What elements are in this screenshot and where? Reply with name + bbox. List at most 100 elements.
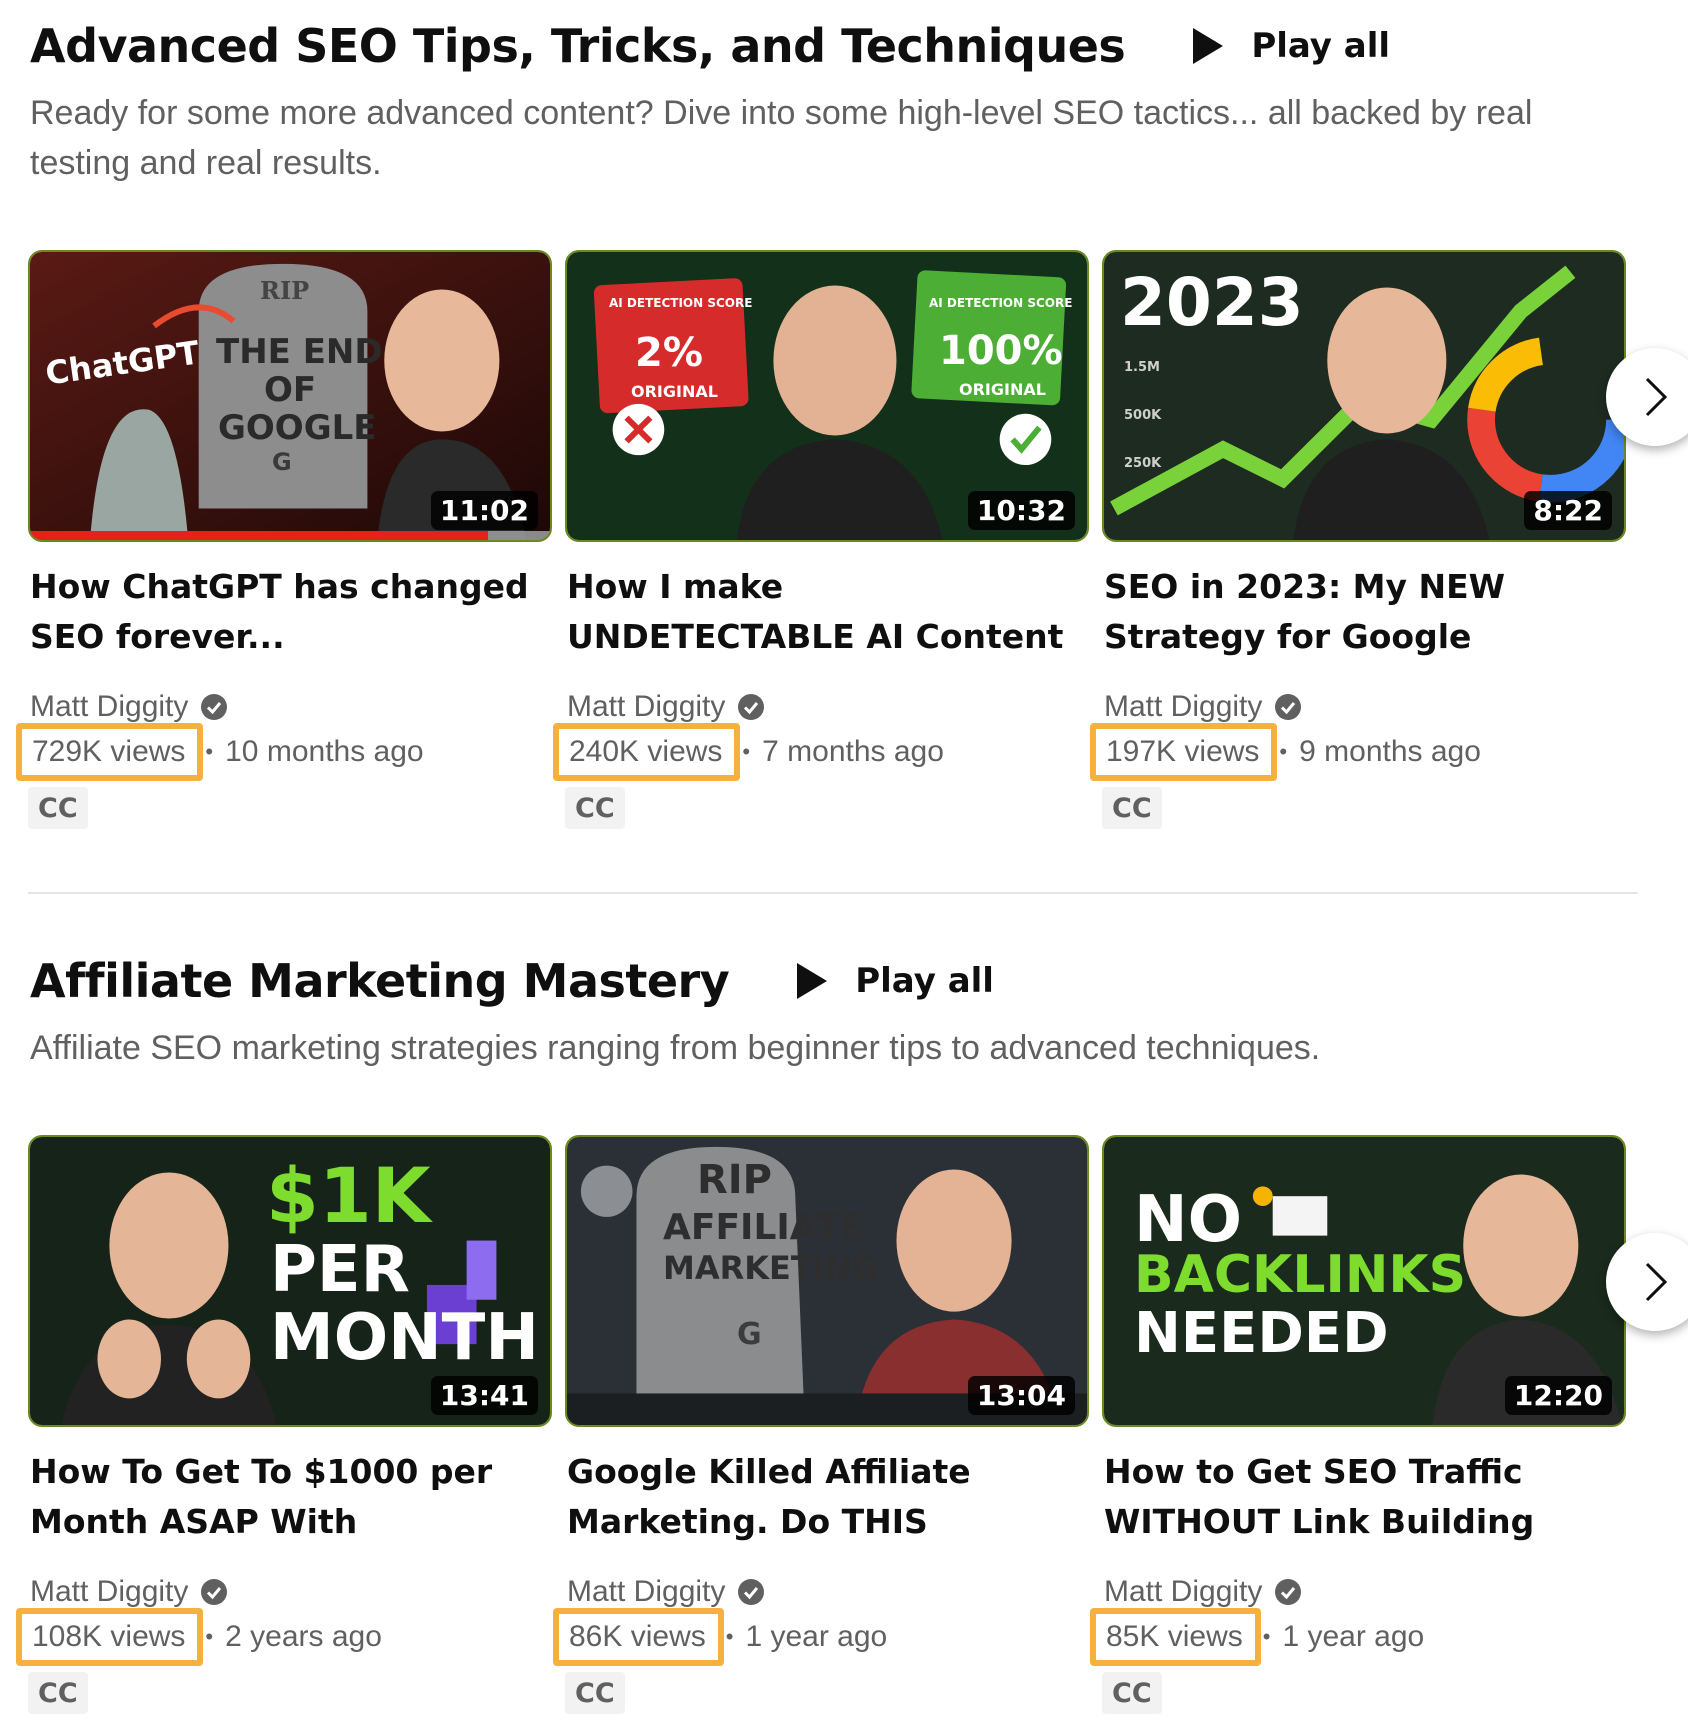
thumbnail-text: G (272, 448, 292, 476)
chevron-right-icon (1645, 377, 1668, 417)
view-count: 240K views (552, 723, 741, 781)
play-all-button[interactable]: Play all (1183, 19, 1398, 73)
thumbnail-text: 250K (1124, 456, 1162, 471)
video-card: 2023 1.5M 500K 250K 8:22 SEO in 2023: My… (1089, 250, 1628, 840)
video-thumbnail[interactable]: NO BACKLINKS NEEDED 12:20 (1102, 1135, 1626, 1427)
video-row: ChatGPT RIP THE END OF GOOGLE G 11:02 Ho… (15, 250, 1678, 840)
video-duration: 13:04 (967, 1376, 1075, 1415)
verified-check-icon (738, 1579, 765, 1605)
thumbnail-text: RIP (260, 276, 310, 305)
thumbnail-text: 1.5M (1124, 360, 1160, 375)
shelf-title[interactable]: Advanced SEO Tips, Tricks, and Technique… (30, 19, 1126, 73)
shelf-description: Ready for some more advanced content? Di… (30, 94, 1533, 182)
verified-check-icon (1275, 694, 1302, 720)
channel-link[interactable]: Matt Diggity (1104, 1572, 1302, 1612)
video-title[interactable]: SEO in 2023: My NEW Strategy for Google … (1104, 562, 1604, 662)
shelf-divider (28, 892, 1638, 894)
video-thumbnail[interactable]: 2023 1.5M 500K 250K 8:22 (1102, 250, 1626, 542)
channel-link[interactable]: Matt Diggity (1104, 687, 1302, 727)
thumbnail-text: 100% (939, 328, 1063, 374)
channel-link[interactable]: Matt Diggity (567, 1572, 765, 1612)
video-title[interactable]: How ChatGPT has changed SEO forever... (30, 562, 530, 662)
video-title[interactable]: Google Killed Affiliate Marketing. Do TH… (567, 1447, 1067, 1547)
video-metadata: 108K views • 2 years ago (15, 1608, 382, 1666)
thumbnail-text: G (737, 1317, 762, 1352)
video-duration: 11:02 (430, 491, 538, 530)
video-title[interactable]: How to Get SEO Traffic WITHOUT Link Buil… (1104, 1447, 1604, 1547)
video-duration: 13:41 (430, 1376, 538, 1415)
channel-name: Matt Diggity (1104, 1575, 1263, 1608)
upload-age: 7 months ago (762, 735, 944, 768)
video-title[interactable]: How To Get To $1000 per Month ASAP With … (30, 1447, 530, 1547)
thumbnail-text: 500K (1124, 408, 1162, 423)
channel-link[interactable]: Matt Diggity (30, 687, 228, 727)
channel-name: Matt Diggity (567, 1575, 726, 1608)
channel-link[interactable]: Matt Diggity (567, 687, 765, 727)
thumbnail-text: MARKETING (663, 1249, 878, 1287)
video-thumbnail[interactable]: ChatGPT RIP THE END OF GOOGLE G 11:02 (28, 250, 552, 542)
video-card: NO BACKLINKS NEEDED 12:20 How to Get SEO… (1090, 1135, 1628, 1725)
video-duration: 8:22 (1524, 491, 1612, 530)
separator-dot: • (1262, 1624, 1271, 1649)
thumbnail-text: MONTH (270, 1301, 539, 1375)
channel-name: Matt Diggity (30, 690, 189, 723)
upload-age: 9 months ago (1299, 735, 1481, 768)
chevron-right-icon (1645, 1262, 1668, 1302)
cc-badge: CC (28, 787, 88, 829)
video-card: AI DETECTION SCORE 2% ORIGINAL AI DETECT… (552, 250, 1091, 840)
separator-dot: • (742, 739, 751, 764)
thumbnail-text: ORIGINAL (631, 382, 718, 401)
video-thumbnail[interactable]: AI DETECTION SCORE 2% ORIGINAL AI DETECT… (565, 250, 1089, 542)
view-count: 85K views (1090, 1608, 1261, 1666)
thumbnail-text: BACKLINKS (1134, 1245, 1467, 1305)
separator-dot: • (205, 1624, 214, 1649)
video-title[interactable]: How I make UNDETECTABLE AI Content (that… (567, 562, 1067, 662)
play-all-button[interactable]: Play all (787, 954, 1002, 1008)
verified-check-icon (201, 1579, 228, 1605)
separator-dot: • (725, 1624, 734, 1649)
video-thumbnail[interactable]: RIP AFFILIATE MARKETING G 13:04 (565, 1135, 1089, 1427)
thumbnail-text: 2% (635, 330, 703, 376)
thumbnail-text: PER (270, 1233, 410, 1307)
video-metadata: 729K views • 10 months ago (15, 723, 424, 781)
verified-check-icon (1275, 1579, 1302, 1605)
view-count: 108K views (15, 1608, 204, 1666)
watch-progress-bar (30, 531, 488, 540)
channel-name: Matt Diggity (30, 1575, 189, 1608)
channel-link[interactable]: Matt Diggity (30, 1572, 228, 1612)
thumbnail-text: AFFILIATE (663, 1207, 864, 1248)
upload-age: 1 year ago (1282, 1620, 1425, 1653)
video-thumbnail[interactable]: $1K PER MONTH 13:41 (28, 1135, 552, 1427)
cc-badge: CC (1102, 1672, 1162, 1714)
thumbnail-text: NEEDED (1134, 1301, 1389, 1366)
upload-age: 1 year ago (745, 1620, 888, 1653)
thumbnail-text: 2023 (1120, 264, 1304, 341)
video-metadata: 85K views • 1 year ago (1090, 1608, 1425, 1666)
video-card: RIP AFFILIATE MARKETING G 13:04 Google K… (553, 1135, 1091, 1725)
video-metadata: 86K views • 1 year ago (553, 1608, 888, 1666)
video-metadata: 240K views • 7 months ago (552, 723, 944, 781)
play-icon (1193, 28, 1224, 64)
upload-age: 2 years ago (225, 1620, 382, 1653)
channel-name: Matt Diggity (1104, 690, 1263, 723)
cc-badge: CC (565, 1672, 625, 1714)
video-duration: 10:32 (967, 491, 1075, 530)
separator-dot: • (1279, 739, 1288, 764)
thumbnail-text: GOOGLE (218, 408, 377, 448)
thumbnail-text: AI DETECTION SCORE (929, 296, 1073, 310)
thumbnail-text: THE END (216, 332, 383, 372)
verified-check-icon (738, 694, 765, 720)
thumbnail-text: AI DETECTION SCORE (609, 296, 753, 310)
play-all-label: Play all (1251, 26, 1391, 66)
separator-dot: • (205, 739, 214, 764)
video-card: $1K PER MONTH 13:41 How To Get To $1000 … (15, 1135, 554, 1725)
shelf-title[interactable]: Affiliate Marketing Mastery (30, 954, 730, 1008)
upload-age: 10 months ago (225, 735, 424, 768)
view-count: 729K views (15, 723, 204, 781)
channel-name: Matt Diggity (567, 690, 726, 723)
video-card: ChatGPT RIP THE END OF GOOGLE G 11:02 Ho… (15, 250, 554, 840)
shelf-header: Affiliate Marketing Mastery Play all (30, 949, 1002, 1013)
video-row: $1K PER MONTH 13:41 How To Get To $1000 … (15, 1135, 1678, 1725)
view-count: 86K views (553, 1608, 724, 1666)
thumbnail-text: ORIGINAL (959, 380, 1046, 399)
